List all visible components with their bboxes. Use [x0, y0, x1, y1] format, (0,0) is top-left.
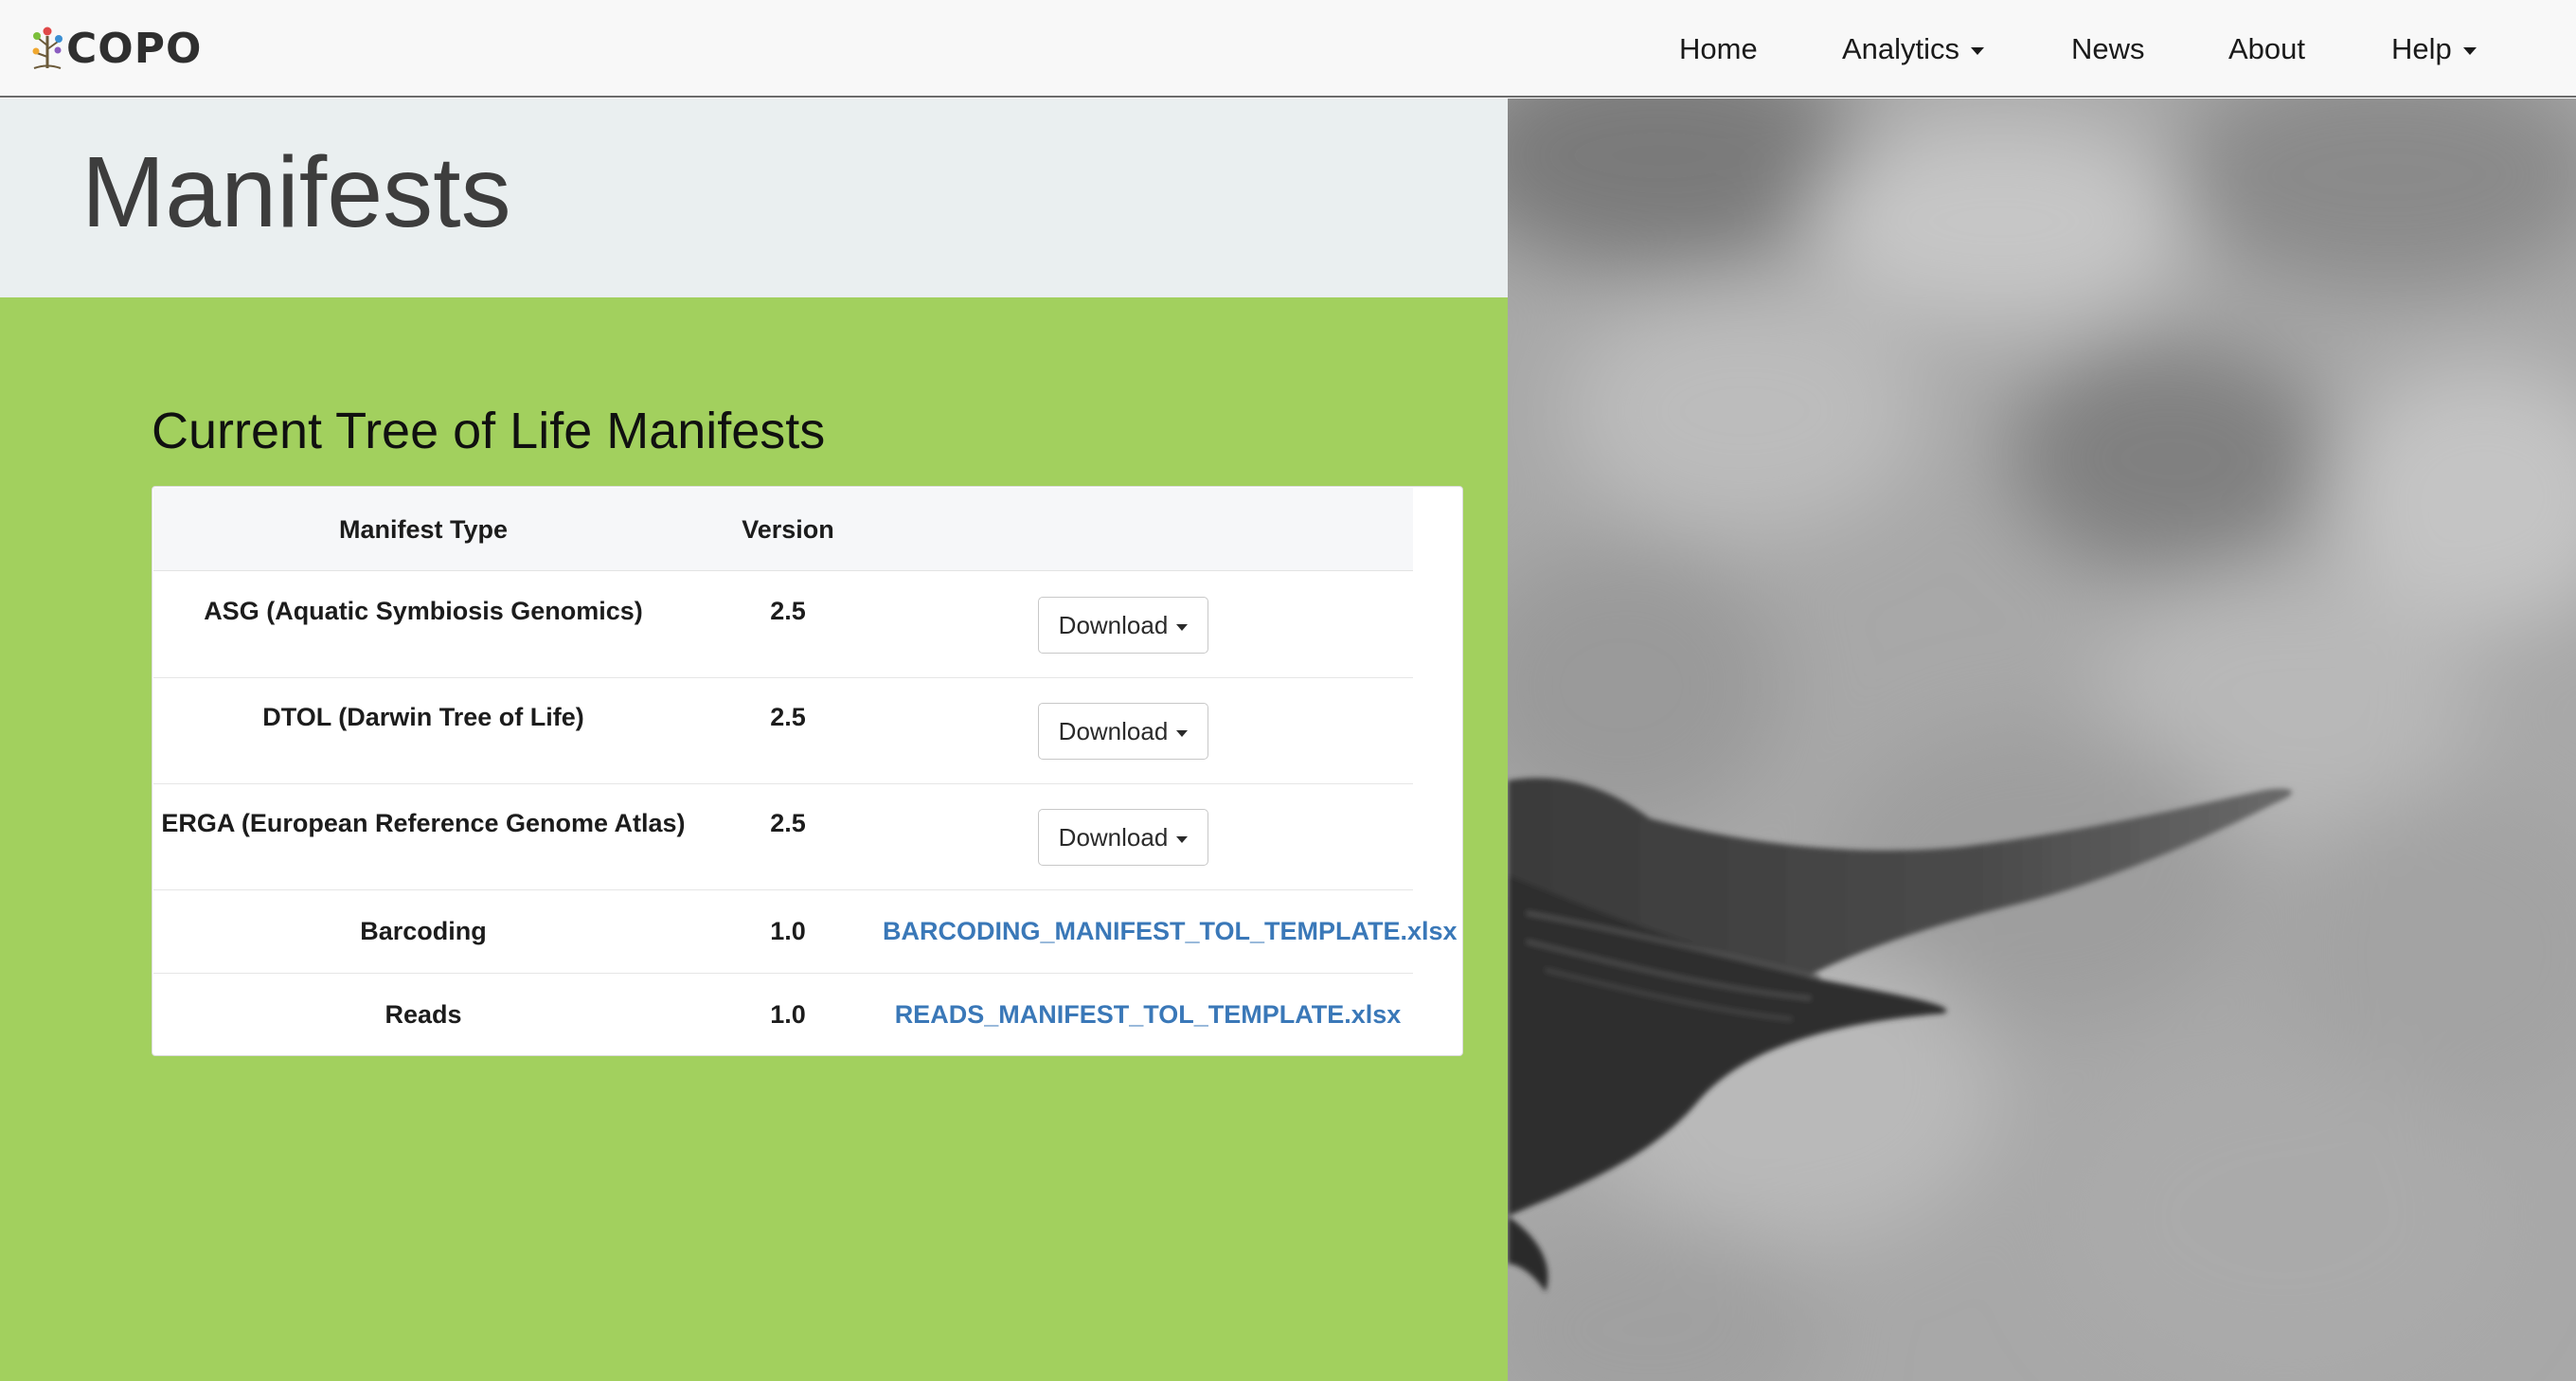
nav-home-label: Home [1679, 31, 1758, 65]
nav-home[interactable]: Home [1679, 0, 1758, 98]
caret-down-icon [1176, 729, 1189, 737]
version-cell: 1.0 [770, 917, 806, 945]
nav-analytics-label: Analytics [1842, 31, 1960, 65]
manifest-type-cell: ERGA (European Reference Genome Atlas) [161, 809, 686, 837]
nav-about[interactable]: About [2228, 0, 2305, 98]
version-cell: 2.5 [770, 597, 806, 625]
nav-about-label: About [2228, 31, 2306, 65]
nav-analytics-dropdown[interactable]: Analytics [1842, 0, 1985, 98]
bird-photo-image [1508, 99, 2576, 1381]
download-dropdown-button[interactable]: Download [1038, 809, 1208, 866]
manifest-type-cell: ASG (Aquatic Symbiosis Genomics) [204, 597, 643, 625]
nav-news-label: News [2071, 31, 2145, 65]
manifests-table: Manifest Type Version ASG (Aquatic Symbi… [152, 486, 1463, 1056]
reads-template-download-link[interactable]: READS_MANIFEST_TOL_TEMPLATE.xlsx [895, 1000, 1402, 1029]
caret-down-icon [1971, 46, 1985, 55]
barcoding-template-download-link[interactable]: BARCODING_MANIFEST_TOL_TEMPLATE.xlsx [883, 917, 1458, 945]
section-title: Current Tree of Life Manifests [152, 403, 826, 459]
brand-name: COPO [66, 24, 203, 73]
version-cell: 1.0 [770, 1000, 806, 1029]
manifest-type-cell: Barcoding [360, 917, 487, 945]
manifest-type-cell: DTOL (Darwin Tree of Life) [262, 703, 584, 731]
manifest-type-cell: Reads [385, 1000, 462, 1029]
nav-help-label: Help [2391, 31, 2452, 65]
navbar: COPO Home Analytics News About Help [0, 0, 2576, 98]
download-dropdown-button[interactable]: Download [1038, 597, 1208, 654]
download-dropdown-button[interactable]: Download [1038, 703, 1208, 760]
caret-down-icon [1176, 623, 1189, 631]
table-row: Reads 1.0 READS_MANIFEST_TOL_TEMPLATE.xl… [153, 974, 1413, 1055]
copo-tree-logo-icon [32, 27, 63, 69]
column-header-version: Version [742, 515, 834, 544]
table-row: ASG (Aquatic Symbiosis Genomics) 2.5 Dow… [153, 572, 1413, 678]
download-label: Download [1058, 716, 1169, 745]
caret-down-icon [1176, 835, 1189, 843]
download-label: Download [1058, 822, 1169, 852]
link-cell: BARCODING_MANIFEST_TOL_TEMPLATE.xlsx [883, 917, 1458, 946]
page-title: Manifests [81, 136, 511, 248]
table-row: ERGA (European Reference Genome Atlas) 2… [153, 784, 1413, 890]
copo-logo-link[interactable]: COPO [28, 21, 202, 76]
nav-news[interactable]: News [2071, 0, 2145, 98]
link-cell: READS_MANIFEST_TOL_TEMPLATE.xlsx [883, 1000, 1413, 1030]
nav-help-dropdown[interactable]: Help [2391, 0, 2477, 98]
table-row: Barcoding 1.0 BARCODING_MANIFEST_TOL_TEM… [153, 890, 1458, 974]
caret-down-icon [2462, 46, 2477, 55]
table-header: Manifest Type Version [153, 488, 1413, 571]
version-cell: 2.5 [770, 703, 806, 731]
version-cell: 2.5 [770, 809, 806, 837]
column-header-manifest-type: Manifest Type [338, 515, 509, 544]
download-label: Download [1058, 610, 1169, 639]
table-row: DTOL (Darwin Tree of Life) 2.5 Download [153, 678, 1413, 784]
